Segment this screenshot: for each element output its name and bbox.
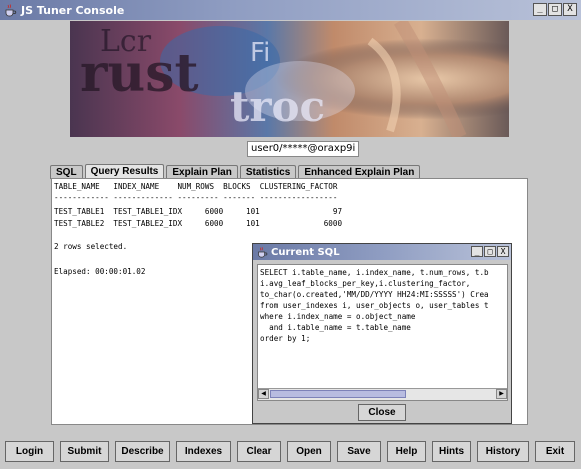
tab-query-results[interactable]: Query Results bbox=[84, 164, 165, 179]
tab-statistics[interactable]: Statistics bbox=[239, 165, 297, 179]
sql-text-area[interactable]: SELECT i.table_name, i.index_name, t.num… bbox=[257, 264, 508, 401]
results-row: TEST_TABLE2 TEST_TABLE2_IDX 6000 101 600… bbox=[54, 219, 343, 228]
tab-sql[interactable]: SQL bbox=[50, 165, 83, 179]
dialog-title: Current SQL bbox=[271, 246, 340, 258]
svg-text:Lcr: Lcr bbox=[100, 24, 152, 59]
java-cup-icon bbox=[5, 4, 17, 17]
svg-text:troc: troc bbox=[230, 82, 325, 131]
java-cup-icon bbox=[258, 247, 268, 258]
tab-explain-plan[interactable]: Explain Plan bbox=[166, 165, 238, 179]
describe-button[interactable]: Describe bbox=[115, 441, 170, 462]
sql-line: from user_indexes i, user_objects o, use… bbox=[260, 301, 489, 310]
clear-button[interactable]: Clear bbox=[237, 441, 281, 462]
hints-button[interactable]: Hints bbox=[432, 441, 471, 462]
elapsed-time-text: Elapsed: 00:00:01.02 bbox=[54, 267, 146, 276]
rows-selected-text: 2 rows selected. bbox=[54, 242, 128, 251]
exit-button[interactable]: Exit bbox=[535, 441, 575, 462]
results-row: TEST_TABLE1 TEST_TABLE1_IDX 6000 101 97 bbox=[54, 207, 343, 216]
sql-line: order by 1; bbox=[260, 334, 311, 343]
close-dialog-button[interactable]: Close bbox=[358, 404, 406, 421]
maximize-button[interactable]: □ bbox=[548, 3, 562, 16]
sql-line: i.avg_leaf_blocks_per_key,i.clustering_f… bbox=[260, 279, 471, 288]
scroll-left-arrow-icon[interactable]: ◀ bbox=[258, 389, 269, 399]
dialog-minimize-button[interactable]: _ bbox=[471, 246, 483, 257]
indexes-button[interactable]: Indexes bbox=[176, 441, 231, 462]
tab-enhanced-explain-plan[interactable]: Enhanced Explain Plan bbox=[298, 165, 421, 179]
help-button[interactable]: Help bbox=[387, 441, 426, 462]
save-button[interactable]: Save bbox=[337, 441, 381, 462]
login-button[interactable]: Login bbox=[5, 441, 54, 462]
button-bar: Login Submit Describe Indexes Clear Open… bbox=[0, 441, 581, 463]
dialog-maximize-button[interactable]: □ bbox=[484, 246, 496, 257]
dialog-titlebar[interactable]: Current SQL _ □ X bbox=[253, 244, 511, 260]
open-button[interactable]: Open bbox=[287, 441, 331, 462]
sql-line: and i.table_name = t.table_name bbox=[260, 323, 411, 332]
svg-text:Fi: Fi bbox=[250, 38, 270, 68]
results-separator-line: ------------ ------------- --------- ---… bbox=[54, 193, 338, 202]
history-button[interactable]: History bbox=[477, 441, 529, 462]
minimize-button[interactable]: _ bbox=[533, 3, 547, 16]
window-titlebar[interactable]: JS Tuner Console _ □ X bbox=[0, 0, 581, 20]
connection-label: user0/*****@oraxp9i bbox=[247, 141, 360, 157]
sql-line: SELECT i.table_name, i.index_name, t.num… bbox=[260, 268, 489, 277]
sql-line: to_char(o.created,'MM/DD/YYYY HH24:MI:SS… bbox=[260, 290, 489, 299]
submit-button[interactable]: Submit bbox=[60, 441, 109, 462]
horizontal-scrollbar[interactable]: ◀ ▶ bbox=[258, 388, 507, 400]
dialog-close-x-button[interactable]: X bbox=[497, 246, 509, 257]
results-header-line: TABLE_NAME INDEX_NAME NUM_ROWS BLOCKS CL… bbox=[54, 182, 338, 191]
window-title: JS Tuner Console bbox=[21, 3, 125, 17]
scroll-right-arrow-icon[interactable]: ▶ bbox=[496, 389, 507, 399]
scrollbar-thumb[interactable] bbox=[270, 390, 406, 398]
banner-artwork: rust troc Lcr Fi bbox=[70, 21, 509, 137]
result-tabs: SQL Query Results Explain Plan Statistic… bbox=[50, 164, 422, 179]
banner-image: rust troc Lcr Fi bbox=[70, 21, 509, 137]
sql-line: where i.index_name = o.object_name bbox=[260, 312, 416, 321]
current-sql-dialog[interactable]: Current SQL _ □ X SELECT i.table_name, i… bbox=[252, 243, 512, 424]
close-window-button[interactable]: X bbox=[563, 3, 577, 16]
